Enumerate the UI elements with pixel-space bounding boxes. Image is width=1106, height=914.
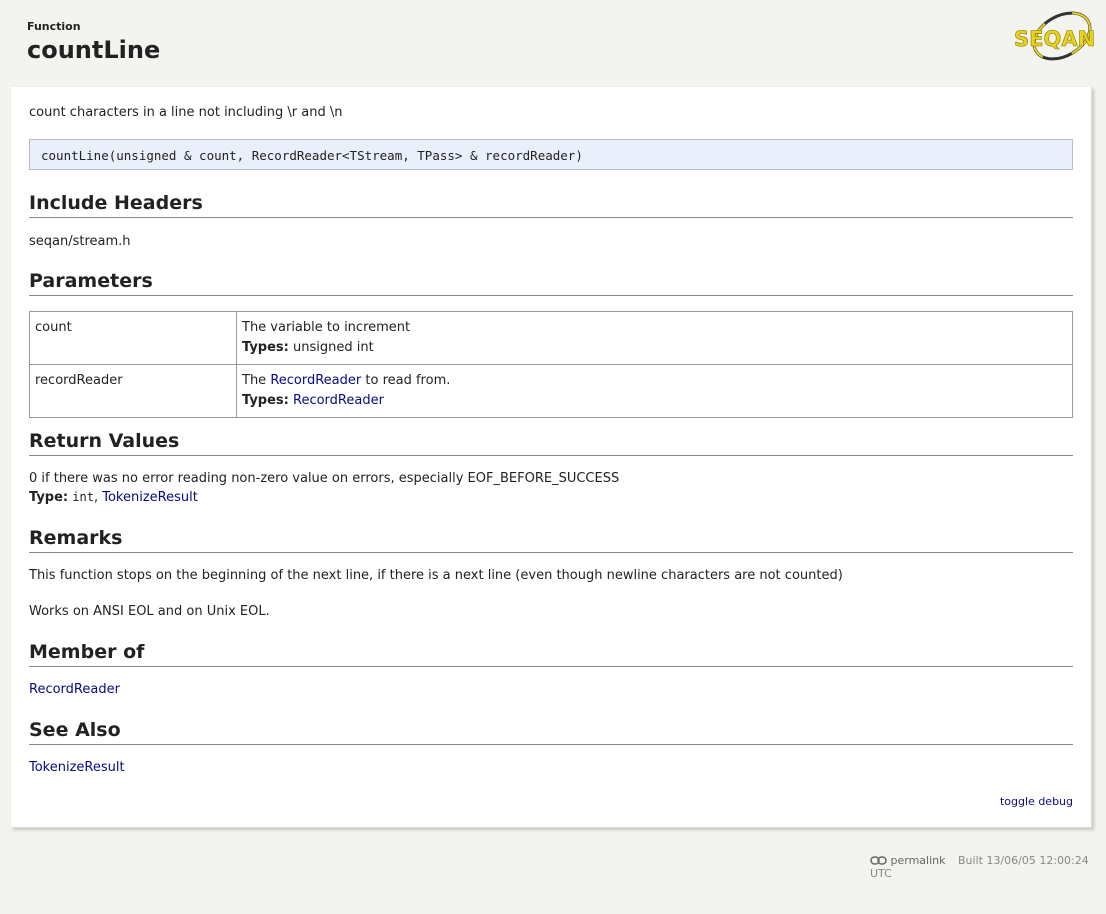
member-of-link[interactable]: RecordReader [29,681,120,699]
function-signature: countLine(unsigned & count, RecordReader… [29,139,1073,170]
param-desc: The variable to increment [242,320,411,335]
remarks-paragraph-1: This function stops on the beginning of … [29,568,843,583]
seqan-logo[interactable]: SEQAN [1012,10,1095,62]
permalink-link[interactable]: permalink [891,854,946,867]
param-type-value: unsigned int [293,340,374,355]
parameters-table: count The variable to increment Types: u… [29,311,1073,418]
recordreader-link[interactable]: RecordReader [270,373,361,388]
param-types: Types: unsigned int [242,338,1067,358]
seqan-logo-text: SEQAN [1014,27,1094,51]
content-card: count characters in a line not including… [11,87,1092,828]
type-label: Type: [29,490,69,505]
see-also-heading: See Also [29,718,1073,745]
types-label: Types: [242,340,289,355]
table-row: recordReader The RecordReader to read fr… [29,364,1073,418]
param-desc-cell: The variable to increment Types: unsigne… [236,311,1073,365]
recordreader-type-link[interactable]: RecordReader [293,393,384,408]
page-header: Function countLine [27,20,160,64]
tokenizeresult-type-link[interactable]: TokenizeResult [102,490,198,505]
param-name: count [29,311,237,365]
param-desc-cell: The RecordReader to read from. Types: Re… [236,364,1073,418]
return-type-line: Type: int, TokenizeResult [29,488,198,507]
parameters-heading: Parameters [29,269,1073,296]
remarks-heading: Remarks [29,526,1073,553]
return-values-heading: Return Values [29,429,1073,456]
footer: permalink Built 13/06/05 12:00:24 UTC [870,854,1106,880]
param-desc: The RecordReader to read from. [242,371,1067,391]
table-row: count The variable to increment Types: u… [29,311,1073,365]
remarks-paragraph-2: Works on ANSI EOL and on Unix EOL. [29,604,270,619]
see-also-link[interactable]: TokenizeResult [29,759,125,777]
include-header-value: seqan/stream.h [29,234,131,249]
type-separator: , [93,490,103,505]
summary-text: count characters in a line not including… [29,105,343,120]
param-name: recordReader [29,364,237,418]
link-icon [870,854,891,867]
return-values-text: 0 if there was no error reading non-zero… [29,471,620,486]
desc-prefix: The [242,373,271,388]
param-types: Types: RecordReader [242,391,1067,411]
include-headers-heading: Include Headers [29,191,1073,218]
toggle-debug-link[interactable]: toggle debug [1000,795,1073,808]
return-type-int: int [72,490,94,504]
page-title: countLine [27,36,161,64]
types-label: Types: [242,393,289,408]
member-of-heading: Member of [29,640,1073,667]
entity-kind: Function [27,20,81,33]
desc-suffix: to read from. [361,373,451,388]
